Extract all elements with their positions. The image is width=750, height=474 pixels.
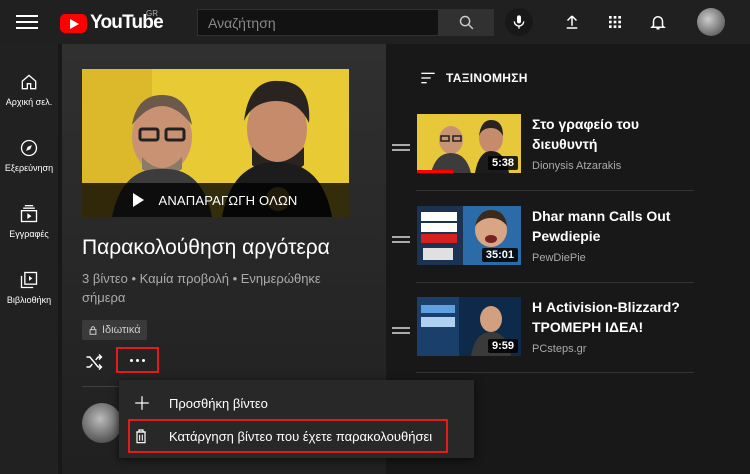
upload-button[interactable] [561, 11, 583, 33]
more-actions-menu: Προσθήκη βίντεο Κατάργηση βίντεο που έχε… [119, 380, 474, 458]
apps-button[interactable] [604, 11, 626, 33]
trash-icon [136, 429, 146, 444]
sidebar-item-label: Αρχική σελ. [5, 97, 53, 107]
youtube-play-icon [60, 13, 87, 33]
plus-icon [135, 396, 149, 410]
region-code: GR [146, 9, 158, 18]
shuffle-button[interactable] [84, 352, 104, 372]
playlist-stats: 3 βίντεο • Καμία προβολή • Ενημερώθηκε σ… [82, 271, 321, 305]
menu-item-label: Προσθήκη βίντεο [169, 395, 268, 411]
channel-name[interactable]: PCsteps.gr [532, 343, 586, 355]
upload-icon [566, 15, 578, 29]
compass-icon [20, 139, 38, 157]
sort-label: ΤΑΞΙΝΟΜΗΣΗ [446, 71, 528, 85]
privacy-label: Ιδιωτικά [102, 324, 141, 336]
sidebar-item-label: Εγγραφές [9, 229, 49, 239]
hamburger-menu-icon[interactable] [16, 12, 38, 32]
video-title[interactable]: Η Activision-Blizzard? ΤΡΟΜΕΡΗ ΙΔΕΑ! [532, 297, 690, 337]
home-icon [21, 74, 37, 90]
menu-item-label: Κατάργηση βίντεο που έχετε παρακολουθήσε… [169, 428, 433, 444]
notifications-button[interactable] [647, 11, 669, 33]
playlist-video-row[interactable]: 5:38 Στο γραφείο του διευθυντή Dionysis … [390, 114, 694, 194]
menu-item-add-videos[interactable]: Προσθήκη βίντεο [119, 386, 474, 420]
search-bar [197, 9, 494, 36]
video-thumbnail[interactable]: 35:01 [417, 206, 521, 265]
playlist-title: Παρακολούθηση αργότερα [82, 236, 330, 259]
shuffle-icon [86, 353, 103, 371]
drag-handle-icon[interactable] [392, 327, 410, 337]
more-horizontal-icon [130, 358, 145, 362]
subscriptions-icon [20, 205, 38, 223]
video-thumbnail[interactable]: 5:38 [417, 114, 521, 173]
video-title[interactable]: Dhar mann Calls Out Pewdiepie [532, 206, 690, 246]
bell-icon [650, 16, 666, 30]
video-duration: 9:59 [487, 339, 518, 353]
sort-button[interactable]: ΤΑΞΙΝΟΜΗΣΗ [420, 71, 528, 85]
video-title[interactable]: Στο γραφείο του διευθυντή [532, 114, 690, 154]
video-thumbnail[interactable]: 9:59 [417, 297, 521, 356]
sidebar-item-explore[interactable]: Εξερεύνηση [0, 128, 58, 188]
divider [416, 282, 694, 283]
more-actions-button[interactable] [116, 347, 159, 373]
search-icon [459, 15, 473, 30]
watch-progress-bar [417, 170, 454, 173]
search-input[interactable] [197, 9, 438, 36]
voice-search-button[interactable] [505, 8, 533, 36]
top-bar: YouTube GR [0, 0, 750, 44]
video-duration: 5:38 [487, 156, 518, 170]
playlist-video-row[interactable]: 9:59 Η Activision-Blizzard? ΤΡΟΜΕΡΗ ΙΔΕΑ… [390, 297, 694, 377]
account-avatar[interactable] [697, 8, 725, 36]
divider [416, 372, 694, 373]
owner-avatar[interactable] [82, 403, 122, 443]
apps-grid-icon [609, 16, 621, 28]
library-icon [20, 271, 38, 289]
sort-icon [421, 72, 435, 84]
channel-name[interactable]: Dionysis Atzarakis [532, 160, 621, 172]
play-all-label: ΑΝΑΠΑΡΑΓΩΓΗ ΟΛΩΝ [158, 192, 298, 208]
channel-name[interactable]: PewDiePie [532, 252, 586, 264]
divider [416, 190, 694, 191]
privacy-badge[interactable]: Ιδιωτικά [82, 320, 147, 340]
playlist-video-row[interactable]: 35:01 Dhar mann Calls Out Pewdiepie PewD… [390, 206, 694, 286]
mini-sidebar: Αρχική σελ. Εξερεύνηση Εγγραφές Βιβλιοθή… [0, 44, 58, 474]
sidebar-item-label: Εξερεύνηση [4, 163, 54, 173]
sidebar-item-label: Βιβλιοθήκη [6, 295, 52, 305]
play-all-button[interactable]: ΑΝΑΠΑΡΑΓΩΓΗ ΟΛΩΝ [82, 183, 349, 217]
sidebar-item-library[interactable]: Βιβλιοθήκη [0, 260, 58, 320]
sidebar-item-subscriptions[interactable]: Εγγραφές [0, 194, 58, 254]
video-duration: 35:01 [481, 248, 518, 262]
play-icon [133, 193, 145, 207]
lock-icon [89, 325, 97, 335]
sidebar-item-home[interactable]: Αρχική σελ. [0, 62, 58, 122]
search-button[interactable] [438, 9, 494, 36]
menu-item-remove-watched[interactable]: Κατάργηση βίντεο που έχετε παρακολουθήσε… [119, 419, 474, 453]
drag-handle-icon[interactable] [392, 236, 410, 246]
drag-handle-icon[interactable] [392, 144, 410, 154]
microphone-icon [513, 15, 525, 29]
